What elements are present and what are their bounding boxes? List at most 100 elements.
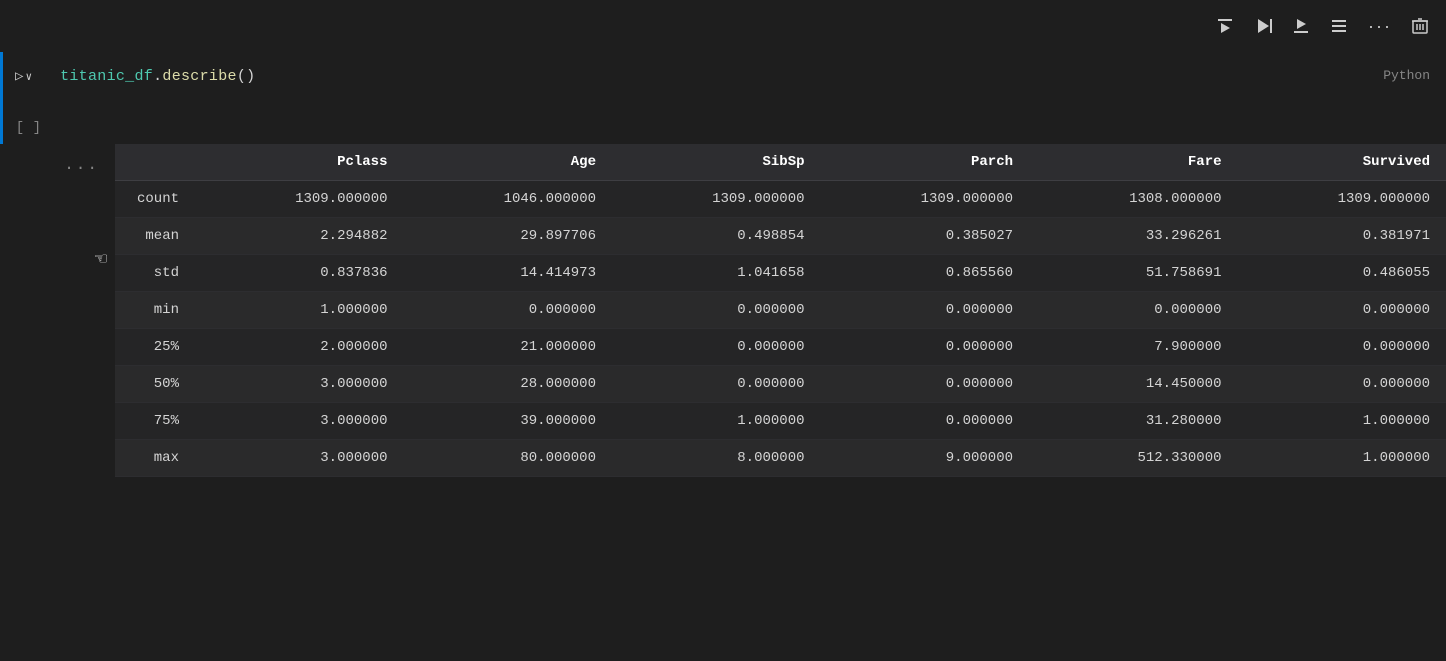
execute-below-button[interactable] bbox=[1286, 13, 1316, 39]
cell-value: 1.000000 bbox=[612, 403, 821, 440]
table-row: min1.0000000.0000000.0000000.0000000.000… bbox=[115, 292, 1446, 329]
cell-value: 0.000000 bbox=[404, 292, 613, 329]
more-actions-button[interactable]: ··· bbox=[1362, 12, 1398, 41]
split-cell-button[interactable] bbox=[1324, 13, 1354, 39]
cell-value: 9.000000 bbox=[821, 440, 1030, 477]
row-label: mean bbox=[115, 218, 195, 255]
run-button[interactable] bbox=[1248, 13, 1278, 39]
table-row: count1309.0000001046.0000001309.00000013… bbox=[115, 181, 1446, 218]
header-sibsp: SibSp bbox=[612, 144, 821, 181]
cell-value: 2.294882 bbox=[195, 218, 404, 255]
cell-value: 21.000000 bbox=[404, 329, 613, 366]
cursor-icon: ☜ bbox=[95, 246, 107, 272]
cell-value: 1.041658 bbox=[612, 255, 821, 292]
cell-value: 51.758691 bbox=[1029, 255, 1238, 292]
row-label: 75% bbox=[115, 403, 195, 440]
cell-value: 39.000000 bbox=[404, 403, 613, 440]
row-label: std bbox=[115, 255, 195, 292]
cell-value: 29.897706 bbox=[404, 218, 613, 255]
run-chevron-icon: ∨ bbox=[25, 70, 32, 83]
header-pclass: Pclass bbox=[195, 144, 404, 181]
cell-value: 1308.000000 bbox=[1029, 181, 1238, 218]
cell-value: 0.385027 bbox=[821, 218, 1030, 255]
cell-value: 1.000000 bbox=[1238, 403, 1446, 440]
cell-value: 28.000000 bbox=[404, 366, 613, 403]
table-row: std0.83783614.4149731.0416580.86556051.7… bbox=[115, 255, 1446, 292]
cell-run-button[interactable]: ▷ ∨ bbox=[3, 60, 44, 92]
header-fare: Fare bbox=[1029, 144, 1238, 181]
output-sidebar: ... ☜ bbox=[0, 144, 115, 661]
cell-value: 0.000000 bbox=[821, 403, 1030, 440]
cell-value: 1309.000000 bbox=[821, 181, 1030, 218]
cell-value: 0.865560 bbox=[821, 255, 1030, 292]
cell-code-area: ▷ ∨ titanic_df.describe() Python bbox=[0, 52, 1446, 112]
cell-value: 0.000000 bbox=[821, 329, 1030, 366]
cell-value: 1.000000 bbox=[1238, 440, 1446, 477]
table-row: max3.00000080.0000008.0000009.000000512.… bbox=[115, 440, 1446, 477]
cell-toolbar: ··· bbox=[0, 0, 1446, 52]
cell-value: 1309.000000 bbox=[195, 181, 404, 218]
notebook-cell: ··· ▷ ∨ titanic_df.describe() Python bbox=[0, 0, 1446, 661]
code-parens: () bbox=[237, 68, 256, 85]
code-object: titanic_df bbox=[60, 68, 153, 85]
table-row: 50%3.00000028.0000000.0000000.00000014.4… bbox=[115, 366, 1446, 403]
cell-value: 8.000000 bbox=[612, 440, 821, 477]
table-row: mean2.29488229.8977060.4988540.38502733.… bbox=[115, 218, 1446, 255]
cell-value: 3.000000 bbox=[195, 403, 404, 440]
cell-value: 0.486055 bbox=[1238, 255, 1446, 292]
cell-value: 0.837836 bbox=[195, 255, 404, 292]
cell-value: 33.296261 bbox=[1029, 218, 1238, 255]
cell-value: 14.450000 bbox=[1029, 366, 1238, 403]
output-ellipsis: ... bbox=[56, 152, 107, 178]
cell-value: 1309.000000 bbox=[612, 181, 821, 218]
cell-value: 1.000000 bbox=[195, 292, 404, 329]
table-row: 75%3.00000039.0000001.0000000.00000031.2… bbox=[115, 403, 1446, 440]
header-parch: Parch bbox=[821, 144, 1030, 181]
cell-number: [ ] bbox=[3, 112, 53, 144]
header-row: Pclass Age SibSp Parch Fare Survived bbox=[115, 144, 1446, 181]
cell-value: 0.381971 bbox=[1238, 218, 1446, 255]
cell-value: 0.000000 bbox=[821, 366, 1030, 403]
cell-value: 0.498854 bbox=[612, 218, 821, 255]
cell-value: 0.000000 bbox=[1238, 366, 1446, 403]
cell-value: 1046.000000 bbox=[404, 181, 613, 218]
code-dot: . bbox=[153, 68, 162, 85]
data-table-container: Pclass Age SibSp Parch Fare Survived cou… bbox=[115, 144, 1446, 661]
describe-table: Pclass Age SibSp Parch Fare Survived cou… bbox=[115, 144, 1446, 477]
cell-value: 1309.000000 bbox=[1238, 181, 1446, 218]
code-content: titanic_df.describe() bbox=[44, 60, 1367, 93]
cell-value: 31.280000 bbox=[1029, 403, 1238, 440]
delete-cell-button[interactable] bbox=[1406, 13, 1434, 39]
cell-value: 14.414973 bbox=[404, 255, 613, 292]
row-label: 50% bbox=[115, 366, 195, 403]
cell-value: 0.000000 bbox=[612, 366, 821, 403]
header-survived: Survived bbox=[1238, 144, 1446, 181]
language-indicator: Python bbox=[1367, 60, 1446, 91]
row-label: min bbox=[115, 292, 195, 329]
cell-value: 0.000000 bbox=[821, 292, 1030, 329]
cell-value: 0.000000 bbox=[612, 329, 821, 366]
cell-value: 0.000000 bbox=[1238, 292, 1446, 329]
cell-value: 0.000000 bbox=[1029, 292, 1238, 329]
execute-above-button[interactable] bbox=[1210, 13, 1240, 39]
code-method: describe bbox=[162, 68, 236, 85]
cell-value: 512.330000 bbox=[1029, 440, 1238, 477]
table-body: count1309.0000001046.0000001309.00000013… bbox=[115, 181, 1446, 477]
output-area: ... ☜ Pclass Age SibSp Parch Fare Surviv… bbox=[0, 144, 1446, 661]
cell-value: 0.000000 bbox=[612, 292, 821, 329]
table-row: 25%2.00000021.0000000.0000000.0000007.90… bbox=[115, 329, 1446, 366]
code-line: titanic_df.describe() bbox=[60, 68, 255, 85]
row-label: count bbox=[115, 181, 195, 218]
table-header: Pclass Age SibSp Parch Fare Survived bbox=[115, 144, 1446, 181]
cell-value: 0.000000 bbox=[1238, 329, 1446, 366]
row-label: 25% bbox=[115, 329, 195, 366]
cell-value: 7.900000 bbox=[1029, 329, 1238, 366]
cell-value: 3.000000 bbox=[195, 440, 404, 477]
cell-value: 2.000000 bbox=[195, 329, 404, 366]
cell-value: 80.000000 bbox=[404, 440, 613, 477]
run-triangle-icon: ▷ bbox=[15, 68, 23, 84]
header-index bbox=[115, 144, 195, 181]
header-age: Age bbox=[404, 144, 613, 181]
row-label: max bbox=[115, 440, 195, 477]
cell-value: 3.000000 bbox=[195, 366, 404, 403]
